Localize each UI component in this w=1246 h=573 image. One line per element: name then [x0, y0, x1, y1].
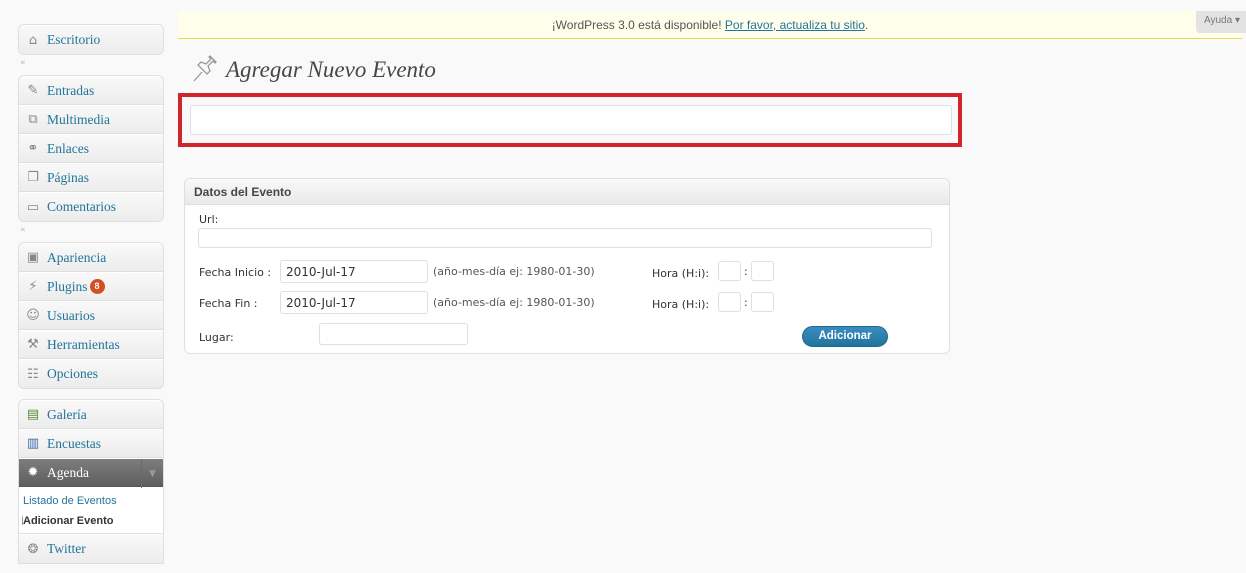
url-label: Url: — [199, 213, 219, 226]
help-tab[interactable]: Ayuda ▾ — [1196, 11, 1246, 33]
sidebar-item-label: Enlaces — [47, 140, 89, 156]
place-label: Lugar: — [199, 331, 234, 344]
start-date-input[interactable] — [280, 260, 428, 283]
menu-separator[interactable]: « — [18, 222, 164, 242]
start-minute-input[interactable] — [751, 261, 774, 281]
title-field-highlight — [178, 93, 962, 147]
end-date-input[interactable] — [280, 291, 428, 314]
start-date-label: Fecha Inicio : — [199, 266, 272, 279]
agenda-submenu: Listado de Eventos Adicionar Evento — [19, 487, 163, 534]
sidebar-item-multimedia[interactable]: ⧉ Multimedia — [19, 105, 163, 134]
comment-icon: ▭ — [26, 199, 40, 215]
end-hour-input[interactable] — [718, 292, 741, 312]
sidebar-item-herramientas[interactable]: ⚒ Herramientas — [19, 330, 163, 359]
start-time-separator: : — [744, 265, 748, 278]
submenu-item-adicionar-evento[interactable]: Adicionar Evento — [19, 511, 163, 531]
menu-separator[interactable]: « — [18, 55, 164, 75]
update-notice: ¡WordPress 3.0 está disponible! Por favo… — [178, 11, 1242, 39]
end-time-label: Hora (H:i): — [652, 298, 710, 311]
sidebar-item-label: Comentarios — [47, 199, 116, 214]
sidebar-item-apariencia[interactable]: ▣ Apariencia — [19, 243, 163, 272]
menu-group-admin: ▣ Apariencia ⚡ Plugins 8 ☺ Usuarios ⚒ He… — [18, 242, 164, 389]
update-count-badge: 8 — [89, 279, 105, 294]
sidebar-item-encuestas[interactable]: ▥ Encuestas — [19, 429, 163, 458]
menu-group-content: ✎ Entradas ⧉ Multimedia ⚭ Enlaces ❐ Pági… — [18, 75, 164, 222]
sidebar-item-plugins[interactable]: ⚡ Plugins 8 — [19, 272, 163, 301]
sidebar-item-label: Opciones — [47, 366, 98, 381]
sidebar-item-escritorio[interactable]: ⌂ Escritorio — [19, 25, 163, 54]
page-heading: Agregar Nuevo Evento — [188, 54, 436, 86]
event-data-box-title[interactable]: Datos del Evento — [185, 179, 949, 205]
event-data-box: Datos del Evento Url: Fecha Inicio : (añ… — [184, 178, 950, 354]
pages-icon: ❐ — [27, 170, 39, 185]
start-hour-input[interactable] — [718, 261, 741, 281]
collapse-arrows-icon: « — [20, 58, 26, 68]
submenu-toggle-icon[interactable]: ▼ — [141, 459, 163, 488]
sidebar-item-twitter[interactable]: ❂ Twitter — [19, 534, 163, 563]
sidebar-item-usuarios[interactable]: ☺ Usuarios — [19, 301, 163, 330]
menu-group-dashboard: ⌂ Escritorio — [18, 24, 164, 55]
page-title: Agregar Nuevo Evento — [226, 57, 436, 82]
sidebar-item-label: Encuestas — [47, 435, 101, 451]
submenu-item-listado-eventos[interactable]: Listado de Eventos — [19, 491, 163, 511]
update-notice-suffix: . — [864, 18, 869, 32]
end-date-hint: (año-mes-día ej: 1980-01-30) — [433, 296, 595, 309]
tools-icon: ⚒ — [27, 337, 39, 352]
sidebar-item-label: Plugins — [47, 278, 88, 294]
start-date-hint: (año-mes-día ej: 1980-01-30) — [433, 265, 595, 278]
update-notice-text: ¡WordPress 3.0 está disponible! — [551, 18, 725, 32]
gallery-icon: ▤ — [26, 407, 40, 422]
sidebar-item-agenda[interactable]: ✹ Agenda ▼ — [19, 458, 163, 488]
menu-group-plugins: ▤ Galería ▥ Encuestas ✹ Agenda ▼ Listado… — [18, 399, 164, 564]
media-icon: ⧉ — [28, 112, 38, 127]
update-link[interactable]: Por favor, actualiza tu sitio — [725, 18, 865, 32]
users-icon: ☺ — [26, 308, 40, 323]
sidebar-item-paginas[interactable]: ❐ Páginas — [19, 163, 163, 192]
sidebar-item-label: Escritorio — [47, 32, 101, 47]
link-icon: ⚭ — [27, 141, 39, 156]
end-time-separator: : — [744, 296, 748, 309]
end-minute-input[interactable] — [751, 292, 774, 312]
appearance-icon: ▣ — [26, 250, 40, 265]
poll-icon: ▥ — [26, 436, 40, 451]
sidebar-item-label: Páginas — [47, 169, 89, 185]
place-input[interactable] — [319, 323, 468, 345]
start-time-label: Hora (H:i): — [652, 267, 710, 280]
sidebar-item-label: Herramientas — [47, 336, 120, 352]
sidebar-item-label: Multimedia — [47, 111, 110, 127]
sidebar-item-opciones[interactable]: ☷ Opciones — [19, 359, 163, 388]
sidebar-item-label: Agenda — [47, 464, 89, 480]
sidebar-item-label: Twitter — [47, 541, 86, 556]
plugin-icon: ⚡ — [28, 279, 38, 294]
settings-icon: ☷ — [27, 366, 39, 382]
event-title-input[interactable] — [190, 105, 952, 135]
agenda-icon: ✹ — [27, 465, 39, 480]
twitter-icon: ❂ — [27, 541, 39, 557]
collapse-arrows-icon: « — [20, 225, 26, 235]
sidebar-item-label: Entradas — [47, 82, 95, 98]
url-input[interactable] — [198, 228, 932, 248]
sidebar-item-comentarios[interactable]: ▭ Comentarios — [19, 192, 163, 221]
sidebar-item-label: Usuarios — [47, 307, 95, 323]
pin-icon: ✎ — [27, 83, 39, 98]
pushpin-icon — [193, 55, 217, 82]
sidebar-item-enlaces[interactable]: ⚭ Enlaces — [19, 134, 163, 163]
add-event-button[interactable]: Adicionar — [802, 326, 888, 347]
sidebar-item-entradas[interactable]: ✎ Entradas — [19, 76, 163, 105]
end-date-label: Fecha Fin : — [199, 297, 258, 310]
house-icon: ⌂ — [28, 32, 38, 48]
menu-spacer — [18, 389, 164, 399]
sidebar-item-label: Apariencia — [47, 249, 107, 265]
sidebar-item-label: Galería — [47, 406, 87, 422]
admin-sidebar: ⌂ Escritorio « ✎ Entradas ⧉ Multimedia ⚭… — [18, 24, 164, 564]
sidebar-item-galeria[interactable]: ▤ Galería — [19, 400, 163, 429]
